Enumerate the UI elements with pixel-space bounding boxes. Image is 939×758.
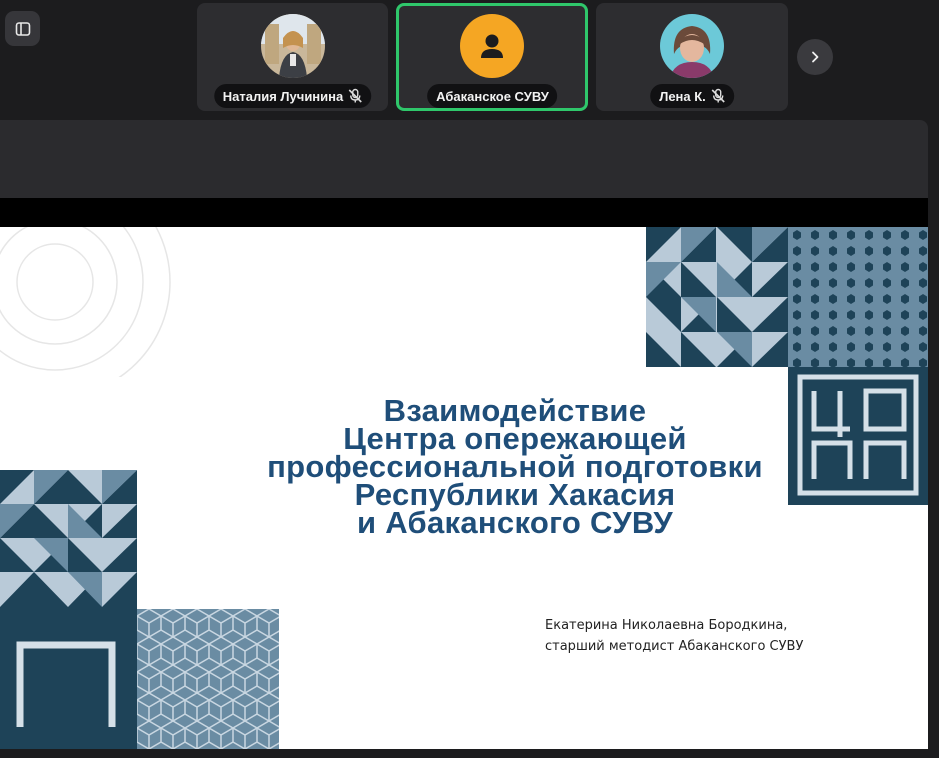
slide-title-line: и Абаканского СУВУ (356, 505, 673, 540)
mic-muted-icon (348, 88, 362, 103)
participant-avatar (260, 14, 325, 78)
participant-name: Лена К. (659, 88, 706, 104)
participant-photo (660, 14, 724, 78)
window-bottom-edge (0, 749, 939, 758)
author-name: Екатерина Николаевна Бородкина, (545, 618, 788, 633)
chevron-right-icon (812, 51, 819, 63)
participant-tile-active[interactable]: Абаканское СУВУ (396, 3, 588, 111)
window-right-edge (928, 0, 939, 758)
participant-name-pill: Наталия Лучинина (213, 84, 372, 108)
participant-tile[interactable]: Лена К. (596, 3, 788, 111)
slide-author: Екатерина Николаевна Бородкина, старший … (545, 615, 925, 657)
participant-name-pill: Абаканское СУВУ (427, 84, 557, 108)
circles-decoration (0, 227, 171, 377)
participant-tile[interactable]: Наталия Лучинина (197, 3, 388, 111)
next-participants-button[interactable] (797, 39, 833, 75)
screen-share-letterbox (0, 198, 928, 227)
participant-photo (260, 14, 325, 78)
p-letter-mark (16, 641, 116, 727)
shared-slide: Взаимодействие Центра опережающей профес… (0, 227, 928, 749)
triangle-pattern-top (646, 227, 788, 367)
sidebar-toggle-button[interactable] (5, 11, 40, 46)
mic-muted-icon (711, 88, 725, 103)
slide-title: Взаимодействие Центра опережающей профес… (150, 395, 880, 540)
participant-name: Абаканское СУВУ (436, 88, 549, 104)
participant-avatar (660, 14, 724, 78)
participant-name: Наталия Лучинина (222, 88, 344, 104)
hexagon-pattern-top (788, 227, 928, 367)
triangle-pattern-left (0, 470, 137, 607)
default-user-icon (481, 34, 503, 58)
stage-header-bar (0, 120, 928, 198)
author-position: старший методист Абаканского СУВУ (545, 639, 804, 654)
participant-name-pill: Лена К. (650, 84, 734, 108)
cube-pattern-bottom (137, 609, 279, 749)
sidebar-panel-icon (15, 21, 30, 36)
p-logo-block (0, 607, 137, 749)
participant-avatar (460, 14, 524, 78)
